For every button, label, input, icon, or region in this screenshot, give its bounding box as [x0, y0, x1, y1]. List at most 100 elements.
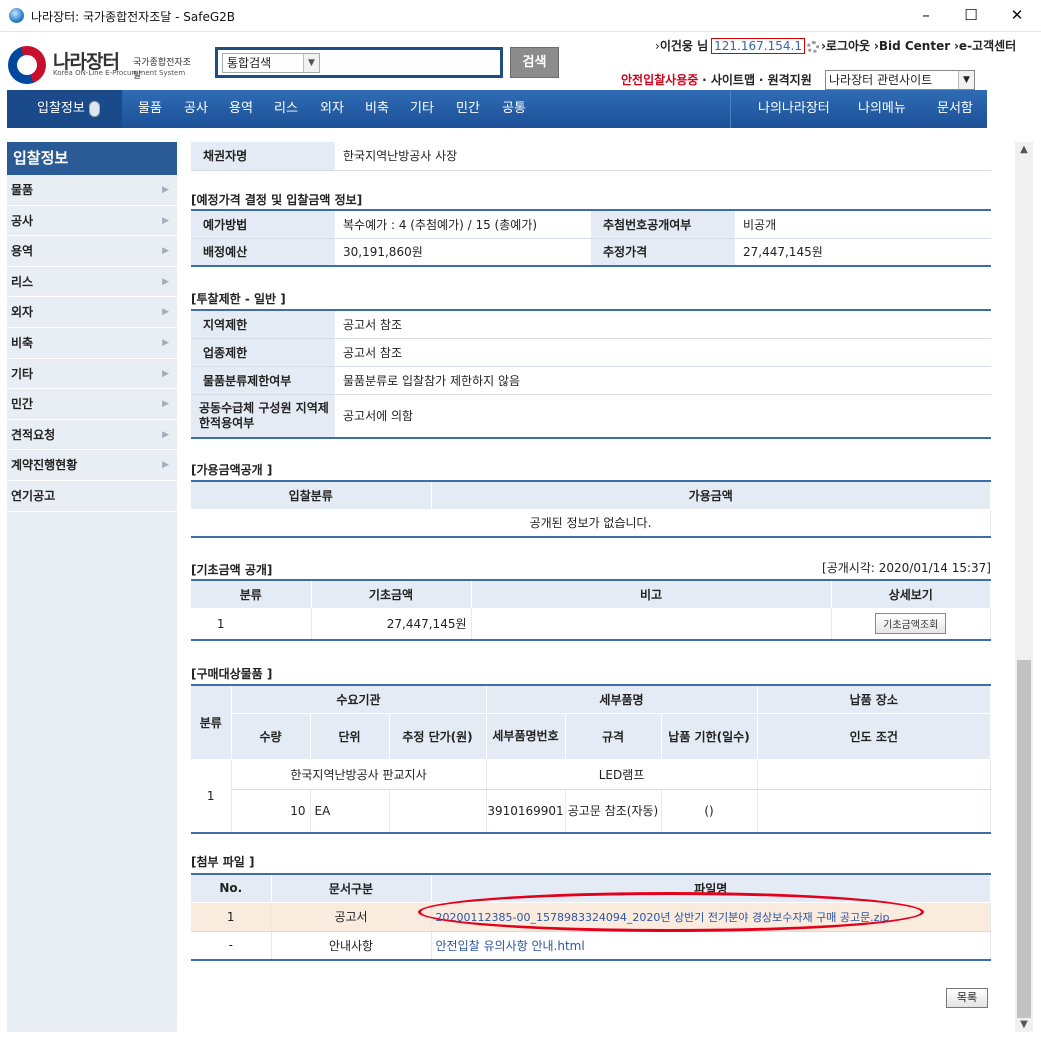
sidebar-item-quote-request[interactable]: 견적요청 ▶: [7, 420, 177, 451]
sidebar-item-service[interactable]: 용역 ▶: [7, 236, 177, 267]
restriction-value: 물품분류로 입찰참가 제한하지 않음: [335, 366, 991, 395]
minimize-button[interactable]: –: [903, 0, 949, 32]
nav-my-menu[interactable]: 나의메뉴: [858, 90, 906, 128]
available-empty-message: 공개된 정보가 없습니다.: [191, 509, 991, 538]
sidebar-item-lease[interactable]: 리스 ▶: [7, 267, 177, 298]
maximize-button[interactable]: ☐: [948, 0, 994, 32]
user-name: 이건웅 님: [659, 39, 709, 53]
sidebar-item-label: 비축: [11, 335, 34, 350]
base-table: 분류 기초금액 비고 상세보기 1 27,447,145원 기초금액조회: [191, 579, 991, 641]
method-value: 복수예가 : 4 (추첨예가) / 15 (총예가): [335, 210, 591, 239]
sidebar-item-construction[interactable]: 공사 ▶: [7, 206, 177, 237]
related-site-select[interactable]: 나라장터 관련사이트 ▼: [825, 70, 975, 90]
col-note: 비고: [471, 580, 832, 609]
bid-center-link[interactable]: ›Bid Center: [874, 39, 950, 53]
file-row-no: -: [191, 931, 272, 961]
nav-item-private[interactable]: 민간: [456, 90, 480, 128]
nav-item-service[interactable]: 용역: [229, 90, 253, 128]
file-row: - 안내사항 안전입찰 유의사항 안내.html: [191, 931, 991, 961]
col-due-days: 납품 기한(일수): [661, 713, 758, 760]
col-item-name: 세부품명: [486, 685, 758, 714]
base-amount-inquiry-button[interactable]: 기초금액조회: [875, 613, 947, 635]
sidebar-item-etc[interactable]: 기타 ▶: [7, 359, 177, 390]
sidebar-item-label: 계약진행현황: [11, 458, 78, 473]
scroll-down-icon[interactable]: ▼: [1015, 1019, 1033, 1030]
available-section-title: [가용금액공개 ]: [191, 463, 273, 477]
estimate-label: 추정가격: [591, 238, 735, 267]
base-section-title: [기초금액 공개]: [191, 563, 273, 577]
chevron-right-icon: ▶: [162, 368, 169, 379]
restriction-section-title: [투찰제한 - 일반 ]: [191, 292, 286, 306]
search-category-select[interactable]: 통합검색 ▼: [222, 53, 320, 73]
chevron-down-icon: ▼: [303, 54, 319, 72]
restriction-label: 공동수급체 구성원 지역제한적용여부: [191, 394, 335, 439]
nav-item-construction[interactable]: 공사: [184, 90, 208, 128]
goods-row-unit: EA: [310, 789, 390, 834]
sidebar-item-stockpile[interactable]: 비축 ▶: [7, 328, 177, 359]
search-input[interactable]: [326, 53, 496, 73]
remote-support-link[interactable]: · 원격지원: [759, 73, 812, 87]
nav-item-lease[interactable]: 리스: [274, 90, 298, 128]
red-annotation-circle: [418, 892, 924, 932]
sitemap-link[interactable]: · 사이트맵: [702, 73, 755, 87]
restriction-label: 지역제한: [191, 310, 335, 339]
goods-row-spec: 공고문 참조(자동): [565, 789, 662, 834]
sidebar-item-contract-status[interactable]: 계약진행현황 ▶: [7, 450, 177, 481]
nav-item-etc[interactable]: 기타: [410, 90, 434, 128]
chevron-right-icon: ▶: [162, 185, 169, 195]
goods-row-no: 1: [191, 759, 232, 834]
creditor-table: 채권자명 한국지역난방공사 사장: [191, 142, 991, 171]
scroll-up-icon[interactable]: ▲: [1015, 144, 1033, 155]
nav-bid-info[interactable]: 입찰정보: [7, 90, 122, 128]
logout-link[interactable]: ›로그아웃: [821, 39, 870, 53]
goods-row-item: LED램프: [486, 759, 758, 790]
nav-item-foreign[interactable]: 외자: [320, 90, 344, 128]
price-table: 예가방법 복수예가 : 4 (추첨예가) / 15 (총예가) 추첨번호공개여부…: [191, 209, 991, 267]
logo-sub-text: 국가종합전자조달: [133, 58, 191, 81]
sidebar-item-goods[interactable]: 물품 ▶: [7, 175, 177, 206]
sidebar-item-private[interactable]: 민간 ▶: [7, 389, 177, 420]
gear-icon[interactable]: [806, 40, 819, 53]
creditor-value: 한국지역난방공사 사장: [335, 142, 991, 171]
window-titlebar: 나라장터: 국가종합전자조달 - SafeG2B – ☐ ✕: [0, 0, 1041, 32]
file-row-type: 공고서: [271, 902, 432, 932]
restriction-value: 공고서에 의함: [335, 394, 991, 439]
base-row-detail: 기초금액조회: [831, 608, 991, 641]
related-site-value: 나라장터 관련사이트: [829, 73, 933, 87]
restriction-value: 공고서 참조: [335, 310, 991, 339]
col-category: 분류: [191, 580, 312, 609]
list-button[interactable]: 목록: [946, 988, 988, 1008]
budget-value: 30,191,860원: [335, 238, 591, 267]
safe-bid-status[interactable]: 안전입찰사용중: [621, 73, 698, 87]
nav-item-goods[interactable]: 물품: [138, 90, 162, 128]
sidebar-item-label: 연기공고: [11, 488, 56, 503]
nav-item-common[interactable]: 공통: [502, 90, 526, 128]
close-button[interactable]: ✕: [994, 0, 1040, 32]
customer-center-link[interactable]: ›e-고객센터: [954, 39, 1016, 53]
files-section-title: [첨부 파일 ]: [191, 855, 255, 869]
scrollbar-thumb[interactable]: [1017, 660, 1031, 1018]
sidebar: 입찰정보 물품 ▶ 공사 ▶ 용역 ▶ 리스 ▶ 외자 ▶ 비축 ▶ 기타 ▶ 민간 ▶ 견적요…: [7, 142, 177, 1032]
vertical-scrollbar[interactable]: ▲ ▼: [1015, 142, 1033, 1032]
goods-row-price: [389, 789, 487, 834]
browser-globe-icon: [9, 8, 24, 23]
sidebar-item-foreign[interactable]: 외자 ▶: [7, 297, 177, 328]
nav-my-narajangteo[interactable]: 나의나라장터: [758, 90, 830, 128]
draw-public-label: 추첨번호공개여부: [591, 210, 735, 239]
col-base-amount: 기초금액: [311, 580, 472, 609]
chevron-right-icon: ▶: [162, 215, 169, 226]
main-content: 채권자명 한국지역난방공사 사장 [예정가격 결정 및 입찰금액 정보] 예가방법…: [191, 142, 991, 1032]
sidebar-item-label: 견적요청: [11, 427, 56, 442]
sidebar-item-postponed[interactable]: 연기공고: [7, 481, 177, 512]
main-nav: 입찰정보 물품 공사 용역 리스 외자 비축 기타 민간 공통 나의나라장터 나…: [7, 90, 987, 128]
search-button[interactable]: 검색: [510, 47, 559, 78]
sidebar-item-label: 외자: [11, 305, 34, 320]
nav-document-box[interactable]: 문서함: [937, 90, 973, 128]
file-download-link[interactable]: 안전입찰 유의사항 안내.html: [436, 939, 585, 953]
ip-address: 121.167.154.1: [711, 38, 805, 54]
goods-row-qty: 10: [231, 789, 311, 834]
korea-emblem-icon: [2, 40, 52, 90]
nav-item-stockpile[interactable]: 비축: [365, 90, 389, 128]
chevron-right-icon: ▶: [162, 460, 169, 471]
site-logo[interactable]: 나라장터 국가종합전자조달 Korea ON-Line E-Procuremen…: [2, 40, 198, 90]
